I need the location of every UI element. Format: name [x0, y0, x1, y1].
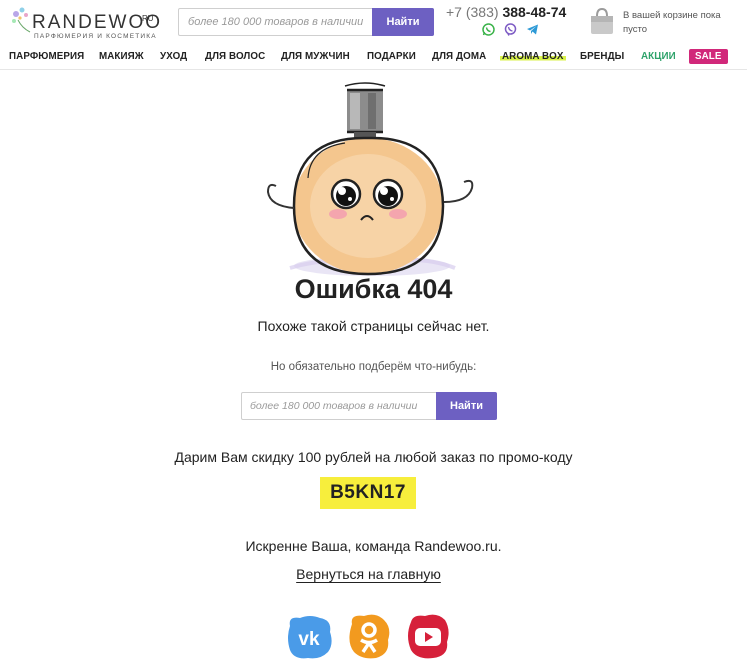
phone-code: +7 (383) [446, 4, 499, 20]
nav-item-dlya-volos[interactable]: ДЛЯ ВОЛОС [205, 51, 265, 62]
nav-item-dlya-muzhchin[interactable]: ДЛЯ МУЖЧИН [281, 51, 350, 62]
phone-digits: 388-48-74 [502, 4, 567, 20]
logo-tagline: ПАРФЮМЕРИЯ И КОСМЕТИКА [34, 33, 157, 40]
cart-widget[interactable]: В вашей корзине пока пусто [588, 6, 738, 38]
cart-status-text: В вашей корзине пока пусто [623, 10, 721, 35]
page-search-button[interactable]: Найти [436, 392, 497, 420]
promo-message: Дарим Вам скидку 100 рублей на любой зак… [174, 449, 573, 465]
error-subtitle: Похоже такой страницы сейчас нет. [257, 318, 490, 334]
vk-icon[interactable]: vk [284, 612, 334, 660]
telegram-icon[interactable] [526, 23, 539, 36]
home-link-container: Вернуться на главную [0, 566, 737, 582]
page-search: Найти [241, 392, 497, 420]
nav-item-dlya-doma[interactable]: ДЛЯ ДОМА [432, 51, 486, 62]
nav-item-sale[interactable]: SALE [689, 49, 728, 64]
youtube-icon[interactable] [403, 612, 453, 660]
site-logo[interactable]: RANDEWOO RU ПАРФЮМЕРИЯ И КОСМЕТИКА [10, 6, 170, 40]
nav-item-aroma-box[interactable]: AROMA BOX [500, 51, 566, 62]
page-search-input[interactable] [242, 393, 436, 419]
header-search: Найти [178, 8, 434, 36]
nav-item-makiyazh[interactable]: МАКИЯЖ [99, 51, 144, 62]
site-header: RANDEWOO RU ПАРФЮМЕРИЯ И КОСМЕТИКА Найти… [0, 0, 747, 44]
back-to-home-link[interactable]: Вернуться на главную [296, 566, 441, 582]
nav-item-akcii[interactable]: АКЦИИ [641, 51, 676, 62]
search-hint: Но обязательно подберём что-нибудь: [270, 361, 477, 373]
promo-code: B5KN17 [320, 477, 416, 509]
svg-text:vk: vk [298, 629, 320, 650]
logo-domain: RU [142, 14, 154, 23]
signature-text: Искренне Ваша, команда Randewoo.ru. [245, 538, 502, 554]
shopping-bag-icon [591, 7, 613, 34]
sad-perfume-bottle-illustration [266, 82, 474, 276]
messenger-links [482, 23, 539, 36]
whatsapp-icon[interactable] [482, 23, 495, 36]
nav-item-ukhod[interactable]: УХОД [160, 51, 187, 62]
nav-item-brendy[interactable]: БРЕНДЫ [580, 51, 624, 62]
nav-item-parfumeria[interactable]: ПАРФЮМЕРИЯ [9, 51, 84, 62]
main-navigation: ПАРФЮМЕРИЯ МАКИЯЖ УХОД ДЛЯ ВОЛОС ДЛЯ МУЖ… [0, 46, 747, 70]
header-search-input[interactable] [179, 9, 372, 35]
odnoklassniki-icon[interactable] [344, 612, 394, 660]
header-search-button[interactable]: Найти [372, 8, 434, 36]
nav-item-podarki[interactable]: ПОДАРКИ [367, 51, 416, 62]
viber-icon[interactable] [504, 23, 517, 36]
error-title: Ошибка 404 [294, 274, 453, 304]
phone-number[interactable]: +7 (383) 388-48-74 [446, 4, 566, 20]
